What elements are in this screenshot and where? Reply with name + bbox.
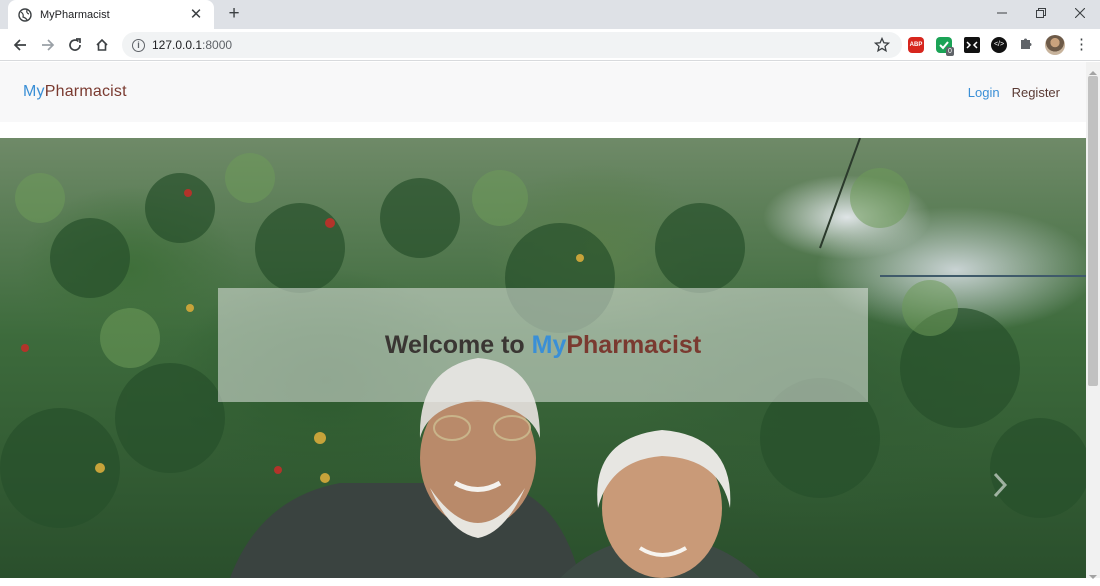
menu-dots-icon[interactable]: ⋮ [1074, 35, 1089, 53]
close-icon[interactable]: ✕ [188, 6, 204, 23]
plus-icon[interactable]: + [224, 4, 244, 24]
tab-title: MyPharmacist [40, 8, 110, 21]
scrollbar-thumb[interactable] [1088, 76, 1098, 386]
register-link[interactable]: Register [1012, 85, 1060, 100]
back-arrow-icon[interactable] [10, 35, 30, 55]
browser-tab[interactable]: MyPharmacist ✕ [8, 0, 214, 29]
browser-toolbar: i 127.0.0.1:8000 ABP 0 </> ⋮ [0, 29, 1100, 61]
brand-logo-link[interactable]: MyPharmacist [23, 83, 127, 101]
login-link[interactable]: Login [968, 85, 1000, 100]
window-close-icon[interactable] [1070, 4, 1090, 22]
chevron-right-icon[interactable] [990, 471, 1010, 499]
scroll-down-icon[interactable] [1089, 568, 1097, 579]
globe-icon [18, 7, 32, 22]
nav-links: Login Register [968, 85, 1060, 100]
page-viewport: MyPharmacist Login Register Welcome to M… [0, 62, 1086, 578]
home-icon[interactable] [92, 35, 112, 55]
code-extension-icon[interactable]: </> [991, 37, 1007, 53]
url-text: 127.0.0.1:8000 [152, 38, 233, 52]
welcome-banner: Welcome to MyPharmacist [218, 288, 868, 402]
forward-arrow-icon[interactable] [38, 35, 58, 55]
mask-extension-icon[interactable] [964, 37, 980, 53]
brand-my: My [23, 83, 45, 100]
reload-icon[interactable] [65, 35, 85, 55]
restore-icon[interactable] [1031, 4, 1051, 22]
welcome-heading: Welcome to MyPharmacist [384, 330, 702, 359]
browser-tab-bar: MyPharmacist ✕ + [0, 0, 1100, 29]
scroll-up-icon[interactable] [1089, 64, 1097, 75]
hero-carousel: Welcome to MyPharmacist [0, 138, 1086, 578]
puzzle-icon[interactable] [1018, 35, 1034, 51]
info-icon[interactable]: i [132, 38, 145, 52]
brand-pharmacist: Pharmacist [44, 83, 127, 100]
minimize-icon[interactable] [992, 4, 1012, 22]
adblock-extension-icon[interactable]: ABP [908, 37, 924, 53]
star-icon[interactable] [873, 36, 891, 53]
avatar[interactable] [1045, 35, 1065, 55]
extension-badge: 0 [946, 47, 954, 56]
site-navbar: MyPharmacist Login Register [0, 62, 1086, 122]
address-bar[interactable]: i 127.0.0.1:8000 [122, 32, 902, 58]
